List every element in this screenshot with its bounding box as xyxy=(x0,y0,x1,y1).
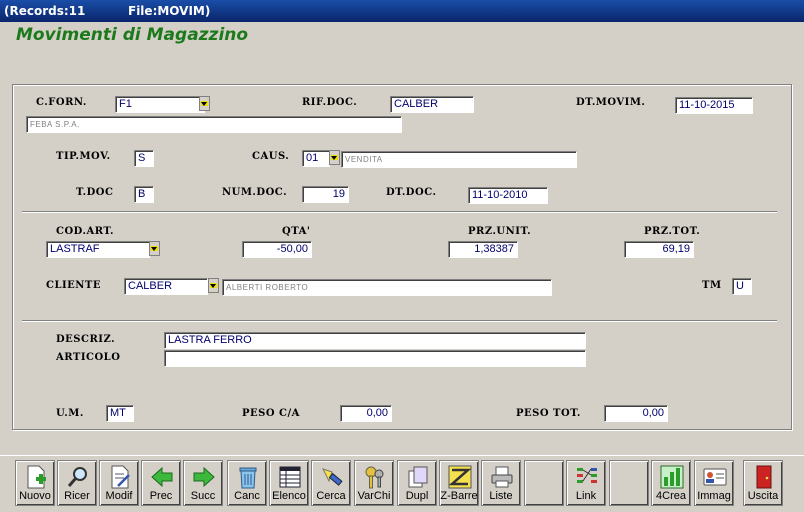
peso-ca-label: PESO C/A xyxy=(242,408,300,419)
divider xyxy=(22,211,777,213)
prec-button[interactable]: Prec xyxy=(141,460,181,506)
peso-tot-input[interactable]: 0,00 xyxy=(604,405,668,422)
caus-combo[interactable]: 01 xyxy=(302,150,330,167)
list-table-icon xyxy=(279,466,301,488)
chevron-down-icon xyxy=(210,283,217,288)
c-forn-dropdown[interactable] xyxy=(199,96,210,111)
dt-movim-input[interactable]: 11-10-2015 xyxy=(675,97,753,114)
edit-document-icon xyxy=(111,465,130,489)
articolo-label: ARTICOLO xyxy=(56,352,121,363)
cliente-label: CLIENTE xyxy=(46,280,101,291)
t-doc-label: T.DOC xyxy=(76,187,114,198)
liste-button[interactable]: Liste xyxy=(481,460,521,506)
link-button[interactable]: Link xyxy=(566,460,606,506)
exit-door-icon xyxy=(756,465,772,489)
uscita-button[interactable]: Uscita xyxy=(743,460,783,506)
caus-dropdown[interactable] xyxy=(329,150,340,165)
rif-doc-input[interactable]: CALBER xyxy=(390,96,474,113)
description-line-1[interactable]: LASTRA FERRO xyxy=(164,332,586,349)
cod-art-dropdown[interactable] xyxy=(149,241,160,256)
dupl-button[interactable]: Dupl xyxy=(397,460,437,506)
t-doc-input[interactable]: B xyxy=(134,186,154,203)
arrow-left-icon xyxy=(151,466,173,488)
id-card-icon xyxy=(703,468,727,486)
ricer-button[interactable]: Ricer xyxy=(57,460,97,506)
peso-tot-label: PESO TOT. xyxy=(516,408,581,419)
cliente-combo[interactable]: CALBER xyxy=(124,278,208,295)
cliente-description: ALBERTI ROBERTO xyxy=(222,279,552,296)
tip-mov-label: TIP.MOV. xyxy=(56,151,111,162)
qta-label: QTA' xyxy=(282,226,311,237)
modif-button[interactable]: Modif xyxy=(99,460,139,506)
rif-doc-label: RIF.DOC. xyxy=(302,97,358,108)
nuovo-button[interactable]: Nuovo xyxy=(15,460,55,506)
file-name: File:MOVIM) xyxy=(128,4,211,18)
printer-icon xyxy=(491,466,513,488)
keys-icon xyxy=(365,466,384,489)
chevron-down-icon xyxy=(151,246,158,251)
trash-icon xyxy=(239,467,257,489)
cod-art-combo[interactable]: LASTRAF xyxy=(46,241,150,258)
cerca-button[interactable]: Cerca xyxy=(311,460,351,506)
dt-movim-label: DT.MOVIM. xyxy=(576,97,646,108)
um-input[interactable]: MT xyxy=(106,405,134,422)
varchi-button[interactable]: VarChi xyxy=(354,460,394,506)
caus-label: CAUS. xyxy=(252,151,290,162)
network-link-icon xyxy=(577,468,597,483)
chevron-down-icon xyxy=(201,101,208,106)
z-barre-button[interactable]: Z-Barre xyxy=(439,460,479,506)
canc-button[interactable]: Canc xyxy=(227,460,267,506)
c-forn-description: FEBA S.P.A. xyxy=(26,116,402,133)
tm-input[interactable]: U xyxy=(732,278,752,295)
dt-doc-label: DT.DOC. xyxy=(386,187,437,198)
arrow-right-icon xyxy=(193,466,215,488)
tip-mov-input[interactable]: S xyxy=(134,150,154,167)
new-document-icon xyxy=(27,465,46,489)
elenco-button[interactable]: Elenco xyxy=(269,460,309,506)
blank-button[interactable] xyxy=(524,460,564,506)
tm-label: TM xyxy=(702,280,722,291)
toolbar: Nuovo Ricer Modif Prec Succ Canc Elenco … xyxy=(0,455,804,512)
num-doc-label: NUM.DOC. xyxy=(222,187,288,198)
c-forn-label: C.FORN. xyxy=(36,97,87,108)
succ-button[interactable]: Succ xyxy=(183,460,223,506)
prz-tot-input[interactable]: 69,19 xyxy=(624,241,694,258)
barcode-icon xyxy=(448,465,472,489)
peso-ca-input[interactable]: 0,00 xyxy=(340,405,392,422)
cliente-dropdown[interactable] xyxy=(208,278,219,293)
dt-doc-input[interactable]: 11-10-2010 xyxy=(468,187,548,204)
records-count: (Records:11 xyxy=(4,4,86,18)
prz-tot-label: PRZ.TOT. xyxy=(644,226,701,237)
description-line-2[interactable] xyxy=(164,350,586,367)
title-bar: (Records:11 File:MOVIM) xyxy=(0,0,804,22)
um-label: U.M. xyxy=(56,408,84,419)
magnifier-icon xyxy=(67,467,87,487)
prz-unit-input[interactable]: 1,38387 xyxy=(448,241,518,258)
flashlight-icon xyxy=(322,468,343,486)
duplicate-icon xyxy=(408,466,428,488)
prz-unit-label: PRZ.UNIT. xyxy=(468,226,532,237)
descriz-label: DESCRIZ. xyxy=(56,334,116,345)
page-title: Movimenti di Magazzino xyxy=(16,25,249,45)
blank-button[interactable] xyxy=(609,460,649,506)
caus-description: VENDITA xyxy=(341,151,577,168)
qta-input[interactable]: -50,00 xyxy=(242,241,312,258)
cod-art-label: COD.ART. xyxy=(56,226,114,237)
num-doc-input[interactable]: 19 xyxy=(302,186,349,203)
chevron-down-icon xyxy=(331,155,338,160)
crea4-button[interactable]: 4Crea xyxy=(651,460,691,506)
chart-create-icon xyxy=(660,465,684,489)
c-forn-combo[interactable]: F1 xyxy=(115,96,205,113)
immag-button[interactable]: Immag xyxy=(694,460,734,506)
divider xyxy=(22,320,777,322)
